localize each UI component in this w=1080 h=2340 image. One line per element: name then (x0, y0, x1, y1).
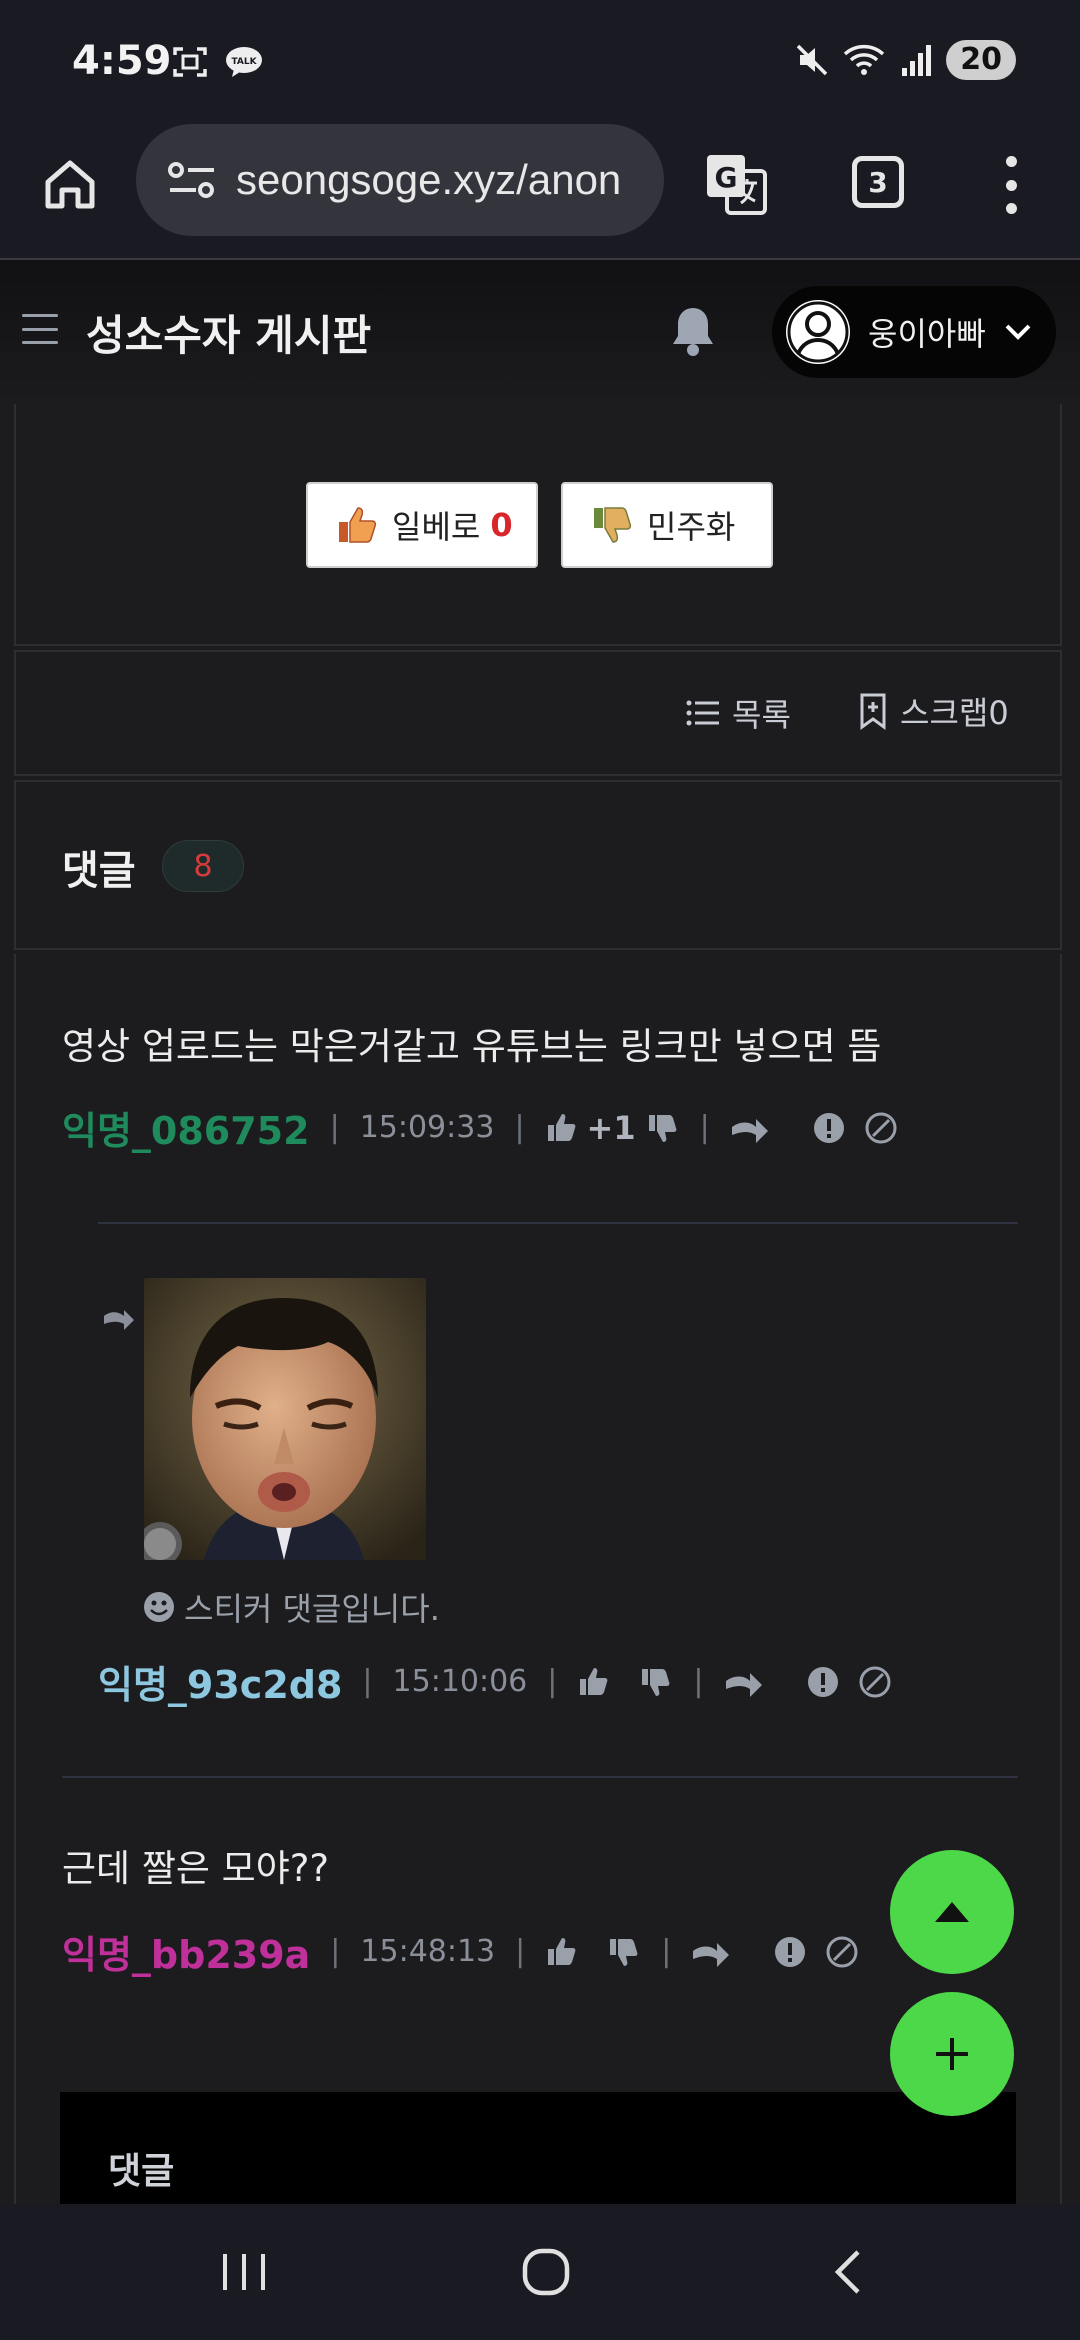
comment-divider (62, 1776, 1018, 1778)
menu-dot (1005, 203, 1017, 214)
svg-text:G: G (715, 161, 738, 194)
list-icon (686, 700, 719, 726)
back-chevron-icon (834, 2250, 860, 2294)
status-notification-icons: TALK (170, 44, 264, 80)
site-settings-icon[interactable] (166, 158, 218, 202)
upvote-button[interactable]: 일베로 0 (306, 482, 538, 568)
recent-apps-icon (223, 2254, 265, 2290)
like-icon[interactable] (577, 1665, 611, 1699)
home-nav-button[interactable] (514, 2240, 578, 2304)
thumbs-up-icon (339, 507, 377, 543)
user-menu-button[interactable]: 웅이아빠 (772, 286, 1056, 378)
reply-icon[interactable] (691, 1935, 731, 1969)
thumbs-down-icon (594, 507, 632, 543)
sticker-note-text: 스티커 댓글입니다. (184, 1590, 440, 1628)
comment-author[interactable]: 익명_93c2d8 (98, 1654, 342, 1709)
like-count: +1 (586, 1108, 636, 1147)
upvote-label: 일베로 (392, 508, 481, 546)
report-icon[interactable] (773, 1935, 807, 1969)
menu-dot (1005, 179, 1017, 191)
comment-text: 영상 업로드는 막은거같고 유튜브는 링크만 넣으면 뜸 (62, 1025, 882, 1068)
list-label: 목록 (732, 696, 791, 734)
status-bar: 4:59 TALK 20 (0, 0, 1080, 120)
plus-icon (936, 2038, 968, 2070)
scroll-to-top-button[interactable] (890, 1850, 1014, 1974)
system-nav-bar (0, 2204, 1080, 2340)
username: 웅이아빠 (868, 315, 986, 353)
write-post-button[interactable] (890, 1992, 1014, 2116)
reply-form-title: 댓글 (108, 2151, 175, 2192)
block-icon[interactable] (858, 1665, 892, 1699)
site-header: 성소수자 게시판 웅이아빠 (0, 260, 1080, 402)
comment-time: 15:09:33 (359, 1110, 495, 1145)
downvote-label: 민주화 (647, 508, 736, 546)
comment-author[interactable]: 익명_086752 (62, 1100, 310, 1155)
url-text: seongsoge.xyz/anon (236, 156, 622, 203)
like-icon[interactable] (545, 1935, 579, 1969)
recent-apps-button[interactable] (212, 2240, 276, 2304)
chevron-down-icon (1005, 324, 1031, 340)
scrap-label: 스크랩 (900, 694, 989, 732)
bookmark-add-icon (860, 693, 886, 730)
kakaotalk-icon: TALK (224, 44, 264, 80)
comment-meta: 익명_086752 | 15:09:33 | +1 | (62, 1100, 898, 1155)
menu-dot (1005, 156, 1017, 167)
screenshot-icon (170, 44, 210, 80)
comment-text: 근데 짤은 모야?? (62, 1847, 330, 1890)
downvote-button[interactable]: 민주화 (561, 482, 773, 568)
tab-switcher-button[interactable]: 3 (852, 156, 904, 208)
home-icon (45, 160, 95, 209)
status-system-icons: 20 (794, 40, 1016, 80)
like-icon[interactable] (545, 1111, 579, 1145)
signal-icon (902, 45, 932, 76)
wifi-icon (844, 44, 885, 75)
reply-icon[interactable] (730, 1111, 770, 1145)
block-icon[interactable] (864, 1111, 898, 1145)
report-icon[interactable] (812, 1111, 846, 1145)
comment-time: 15:48:13 (360, 1934, 496, 1969)
sticker-image[interactable] (144, 1278, 426, 1560)
sticker-note: 스티커 댓글입니다. (142, 1584, 440, 1630)
scrap-button[interactable]: 스크랩0 (858, 688, 1009, 734)
board-title[interactable]: 성소수자 게시판 (86, 302, 371, 363)
back-button[interactable] (816, 2240, 880, 2304)
upvote-count: 0 (490, 506, 513, 544)
mute-icon (797, 44, 828, 76)
dislike-icon[interactable] (646, 1111, 680, 1145)
home-circle-icon (522, 2248, 570, 2296)
status-time: 4:59 (72, 38, 172, 84)
comment-count-badge: 8 (162, 840, 244, 892)
notification-bell-icon[interactable] (668, 304, 718, 358)
comment-time: 15:10:06 (392, 1664, 528, 1699)
dislike-icon[interactable] (639, 1665, 673, 1699)
translate-button[interactable]: G (700, 148, 772, 220)
caret-up-icon (935, 1902, 969, 1922)
battery-level: 20 (946, 40, 1016, 80)
url-bar[interactable]: seongsoge.xyz/anon (136, 124, 664, 236)
browser-menu-button[interactable] (996, 150, 1026, 220)
vote-panel: 일베로 0 민주화 (14, 404, 1062, 646)
list-button[interactable]: 목록 (686, 690, 791, 736)
reply-form: 댓글 (60, 2092, 1016, 2204)
comment-meta: 익명_bb239a | 15:48:13 | | (62, 1924, 859, 1979)
user-avatar-icon (786, 300, 850, 364)
comment-author[interactable]: 익명_bb239a (62, 1924, 310, 1979)
comments-header: 댓글 8 (14, 780, 1062, 950)
block-icon[interactable] (825, 1935, 859, 1969)
hamburger-menu-icon[interactable] (22, 314, 58, 344)
scrap-count: 0 (988, 694, 1009, 732)
reply-icon[interactable] (724, 1665, 764, 1699)
browser-toolbar: seongsoge.xyz/anon G 3 (0, 120, 1080, 260)
comment-meta: 익명_93c2d8 | 15:10:06 | | (98, 1654, 892, 1709)
translate-icon: G (707, 155, 767, 215)
comments-title: 댓글 (62, 848, 136, 894)
dislike-icon[interactable] (607, 1935, 641, 1969)
post-actions-panel: 목록 스크랩0 (14, 650, 1062, 776)
svg-text:TALK: TALK (231, 57, 257, 67)
smiley-icon (144, 1592, 174, 1622)
home-button[interactable] (34, 148, 106, 220)
comment-divider (98, 1222, 1018, 1224)
report-icon[interactable] (806, 1665, 840, 1699)
reply-arrow-icon (104, 1310, 134, 1330)
